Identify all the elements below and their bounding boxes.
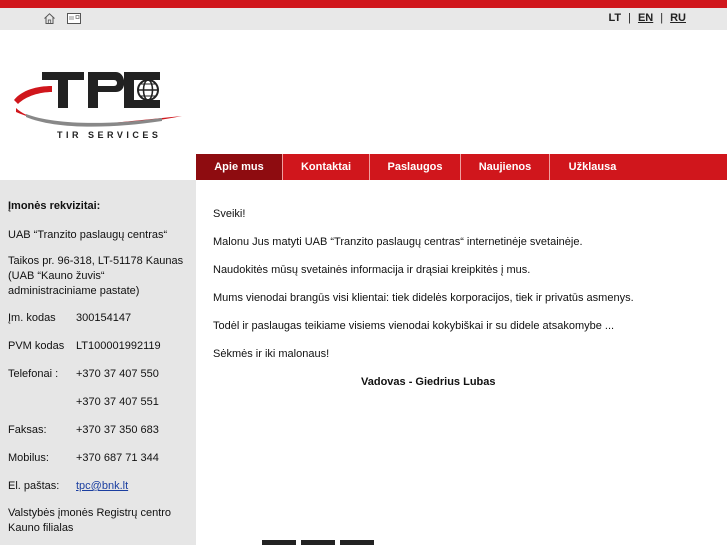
sidebar-title: Įmonės rekvizitai: (8, 200, 101, 212)
top-bar: LT | EN | RU (0, 8, 727, 30)
paragraph-info: Naudokitės mūsų svetainės informacija ir… (213, 264, 531, 276)
lang-lt[interactable]: LT (608, 12, 621, 24)
nav-apie-mus[interactable]: Apie mus (196, 154, 283, 180)
lang-ru[interactable]: RU (670, 12, 686, 24)
paragraph-clients: Mums vienodai brangūs visi klientai: tie… (213, 292, 634, 304)
paragraph-quality: Todėl ir paslaugas teikiame visiems vien… (213, 320, 615, 332)
phone-value-2: +370 37 407 551 (76, 396, 159, 408)
mail-icon[interactable] (67, 13, 81, 24)
nav-naujienos[interactable]: Naujienos (461, 154, 550, 180)
mobile-label: Mobilus: (8, 452, 49, 464)
email-label: El. paštas: (8, 480, 60, 492)
main-navigation: Apie mus Kontaktai Paslaugos Naujienos U… (196, 154, 727, 180)
company-code-value: 300154147 (76, 312, 132, 324)
registry-note: Valstybės įmonės Registrų centro Kauno f… (8, 507, 172, 534)
company-logo[interactable]: TIR SERVICES (12, 62, 186, 142)
logo-tagline: TIR SERVICES (57, 130, 161, 140)
nav-paslaugos[interactable]: Paslaugos (370, 154, 461, 180)
company-code-label: Įm. kodas (8, 312, 56, 324)
company-address: Taikos pr. 96-318, LT-51178 Kaunas (UAB … (8, 255, 184, 297)
fax-label: Faksas: (8, 424, 47, 436)
lang-en[interactable]: EN (638, 12, 653, 24)
paragraph-farewell: Sėkmės ir iki malonaus! (213, 348, 330, 360)
home-icon[interactable] (43, 12, 56, 25)
company-name: UAB “Tranzito paslaugų centras“ (8, 229, 168, 241)
email-value: tpc@bnk.lt (76, 480, 128, 492)
fax-value: +370 37 350 683 (76, 424, 159, 436)
nav-uzklausa[interactable]: Užklausa (550, 154, 635, 180)
vat-code-label: PVM kodas (8, 340, 65, 352)
signature: Vadovas - Giedrius Lubas (361, 376, 496, 388)
footer-image-block (301, 540, 335, 545)
language-switcher: LT | EN | RU (608, 12, 686, 24)
vat-code-value: LT100001992119 (76, 340, 161, 352)
nav-kontaktai[interactable]: Kontaktai (283, 154, 370, 180)
lang-separator: | (628, 12, 631, 24)
paragraph-greeting: Sveiki! (213, 208, 246, 220)
company-details-sidebar: Įmonės rekvizitai: UAB “Tranzito paslaug… (0, 180, 196, 545)
phone-value-1: +370 37 407 550 (76, 368, 159, 380)
lang-separator: | (660, 12, 664, 24)
footer-image-block (262, 540, 296, 545)
mobile-value: +370 687 71 344 (76, 452, 159, 464)
paragraph-welcome: Malonu Jus matyti UAB “Tranzito paslaugų… (213, 236, 583, 248)
email-link[interactable]: tpc@bnk.lt (76, 480, 128, 492)
top-red-stripe (0, 0, 727, 8)
phones-label: Telefonai : (8, 368, 59, 380)
footer-image-block (340, 540, 374, 545)
